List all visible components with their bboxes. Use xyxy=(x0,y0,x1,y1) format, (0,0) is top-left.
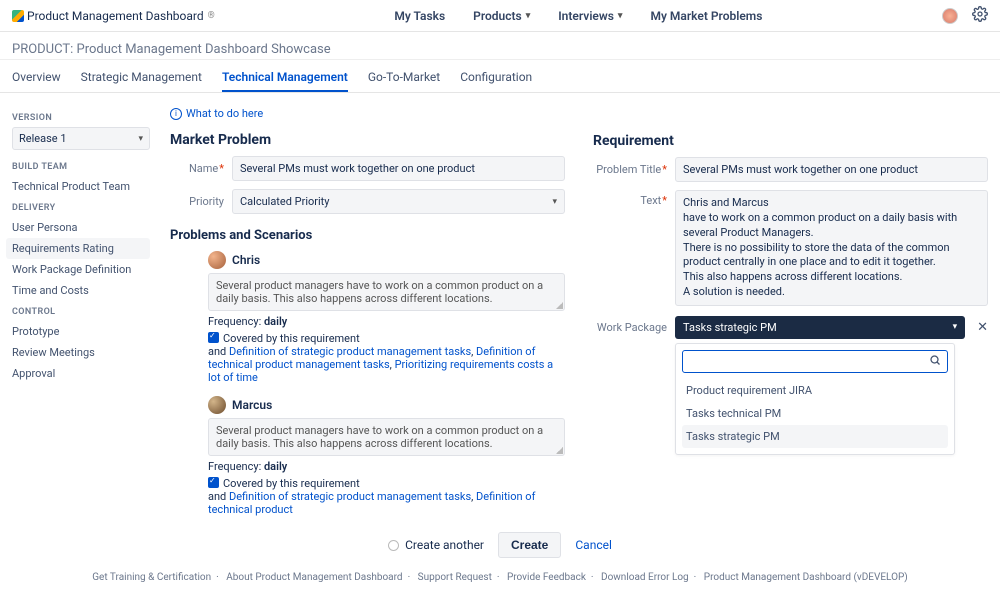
dropdown-search[interactable] xyxy=(682,350,948,373)
radio-icon xyxy=(388,540,399,551)
requirement-column: Requirement Problem Title Several PMs mu… xyxy=(593,107,988,516)
chevron-down-icon: ▾ xyxy=(953,322,958,332)
scenario-textarea-marcus[interactable]: Several product managers have to work on… xyxy=(208,418,565,456)
persona-marcus: Marcus xyxy=(208,396,565,414)
sidebar-delivery-label: DELIVERY xyxy=(12,203,150,213)
cancel-button[interactable]: Cancel xyxy=(575,538,612,552)
link-def-strategic[interactable]: Definition of strategic product manageme… xyxy=(229,490,471,503)
req-problem-title-label: Problem Title xyxy=(593,163,667,176)
tab-configuration[interactable]: Configuration xyxy=(460,64,532,92)
sidebar-item-work-package-definition[interactable]: Work Package Definition xyxy=(12,259,150,280)
create-button[interactable]: Create xyxy=(498,532,561,558)
mp-name-input[interactable]: Several PMs must work together on one pr… xyxy=(232,156,565,181)
avatar xyxy=(208,251,226,269)
work-package-select[interactable]: Tasks strategic PM ▾ xyxy=(675,316,965,339)
link-def-strategic[interactable]: Definition of strategic product manageme… xyxy=(229,345,471,358)
footer-feedback[interactable]: Provide Feedback xyxy=(507,572,586,583)
chevron-down-icon: ▾ xyxy=(618,11,623,21)
sidebar-item-review-meetings[interactable]: Review Meetings xyxy=(12,342,150,363)
option-tasks-strategic-pm[interactable]: Tasks strategic PM xyxy=(682,425,948,448)
scenario-textarea-chris[interactable]: Several product managers have to work on… xyxy=(208,273,565,311)
mp-priority-select[interactable]: Calculated Priority ▾ xyxy=(232,189,565,214)
market-problem-title: Market Problem xyxy=(170,132,565,148)
option-product-requirement-jira[interactable]: Product requirement JIRA xyxy=(682,379,948,402)
frequency-chris: Frequency: daily xyxy=(208,315,565,328)
mp-name-label: Name xyxy=(170,162,224,175)
brand-logo-icon xyxy=(12,10,24,22)
sidebar-item-time-and-costs[interactable]: Time and Costs xyxy=(12,280,150,301)
what-to-do-here[interactable]: i What to do here xyxy=(170,107,565,120)
covered-chris: Covered by this requirement and Definiti… xyxy=(208,332,565,384)
topbar-right xyxy=(942,6,988,25)
info-icon: i xyxy=(170,108,182,120)
topbar: Product Management Dashboard ® My Tasks … xyxy=(0,0,1000,32)
market-problem-column: i What to do here Market Problem Name Se… xyxy=(170,107,565,516)
footer: Get Training & Certification· About Prod… xyxy=(0,568,1000,593)
footer-support[interactable]: Support Request xyxy=(418,572,492,583)
persona-chris: Chris xyxy=(208,251,565,269)
brand-reg: ® xyxy=(208,11,215,21)
mp-priority-label: Priority xyxy=(170,195,224,208)
footer-training[interactable]: Get Training & Certification xyxy=(92,572,211,583)
covered-marcus: Covered by this requirement and Definiti… xyxy=(208,477,565,516)
requirement-title: Requirement xyxy=(593,133,988,149)
breadcrumb: PRODUCT: Product Management Dashboard Sh… xyxy=(0,32,1000,60)
checkbox-icon[interactable] xyxy=(208,477,219,488)
settings-icon[interactable] xyxy=(972,6,988,25)
checkbox-icon[interactable] xyxy=(208,332,219,343)
sidebar: VERSION Release 1 ▾ BUILD TEAM Technical… xyxy=(12,107,150,516)
nav-interviews[interactable]: Interviews▾ xyxy=(558,9,622,23)
req-problem-title-input[interactable]: Several PMs must work together on one pr… xyxy=(675,157,988,182)
brand[interactable]: Product Management Dashboard ® xyxy=(12,9,215,23)
main-content: i What to do here Market Problem Name Se… xyxy=(150,107,988,516)
sidebar-build-team-label: BUILD TEAM xyxy=(12,162,150,172)
chevron-down-icon: ▾ xyxy=(526,11,531,21)
nav-my-tasks[interactable]: My Tasks xyxy=(394,9,445,23)
user-avatar-icon[interactable] xyxy=(942,8,958,24)
sidebar-item-user-persona[interactable]: User Persona xyxy=(12,217,150,238)
dropdown-search-input[interactable] xyxy=(689,355,923,367)
nav-products[interactable]: Products▾ xyxy=(473,9,530,23)
footer-error-log[interactable]: Download Error Log xyxy=(601,572,689,583)
req-text-label: Text xyxy=(593,190,667,207)
tab-overview[interactable]: Overview xyxy=(12,64,61,92)
search-icon xyxy=(929,354,941,369)
create-another-radio[interactable]: Create another xyxy=(388,538,484,552)
frequency-marcus: Frequency: daily xyxy=(208,460,565,473)
main-layout: VERSION Release 1 ▾ BUILD TEAM Technical… xyxy=(0,93,1000,526)
sidebar-build-team-link[interactable]: Technical Product Team xyxy=(12,176,150,197)
form-actions: Create another Create Cancel xyxy=(0,526,1000,568)
tab-gtm[interactable]: Go-To-Market xyxy=(368,64,440,92)
clear-icon[interactable]: ✕ xyxy=(977,320,988,335)
footer-version: Product Management Dashboard (vDEVELOP) xyxy=(704,572,908,583)
sidebar-control-label: CONTROL xyxy=(12,307,150,317)
tab-technical[interactable]: Technical Management xyxy=(222,64,348,92)
req-text-textarea[interactable]: Chris and Marcus have to work on a commo… xyxy=(675,190,988,306)
avatar xyxy=(208,396,226,414)
option-tasks-technical-pm[interactable]: Tasks technical PM xyxy=(682,402,948,425)
version-select[interactable]: Release 1 ▾ xyxy=(12,127,150,150)
sidebar-item-requirements-rating[interactable]: Requirements Rating xyxy=(6,238,150,259)
chevron-down-icon: ▾ xyxy=(138,134,143,144)
chevron-down-icon: ▾ xyxy=(552,197,557,207)
tab-strategic[interactable]: Strategic Management xyxy=(81,64,202,92)
problems-scenarios-title: Problems and Scenarios xyxy=(170,228,565,243)
brand-name: Product Management Dashboard xyxy=(27,9,204,23)
work-package-label: Work Package xyxy=(593,321,667,334)
sidebar-item-approval[interactable]: Approval xyxy=(12,363,150,384)
nav-my-market-problems[interactable]: My Market Problems xyxy=(650,9,762,23)
sidebar-item-prototype[interactable]: Prototype xyxy=(12,321,150,342)
sidebar-version-label: VERSION xyxy=(12,113,150,123)
footer-about[interactable]: About Product Management Dashboard xyxy=(226,572,402,583)
topnav: My Tasks Products▾ Interviews▾ My Market… xyxy=(394,9,762,23)
tabs: Overview Strategic Management Technical … xyxy=(0,60,1000,93)
work-package-dropdown: Product requirement JIRA Tasks technical… xyxy=(675,343,955,455)
